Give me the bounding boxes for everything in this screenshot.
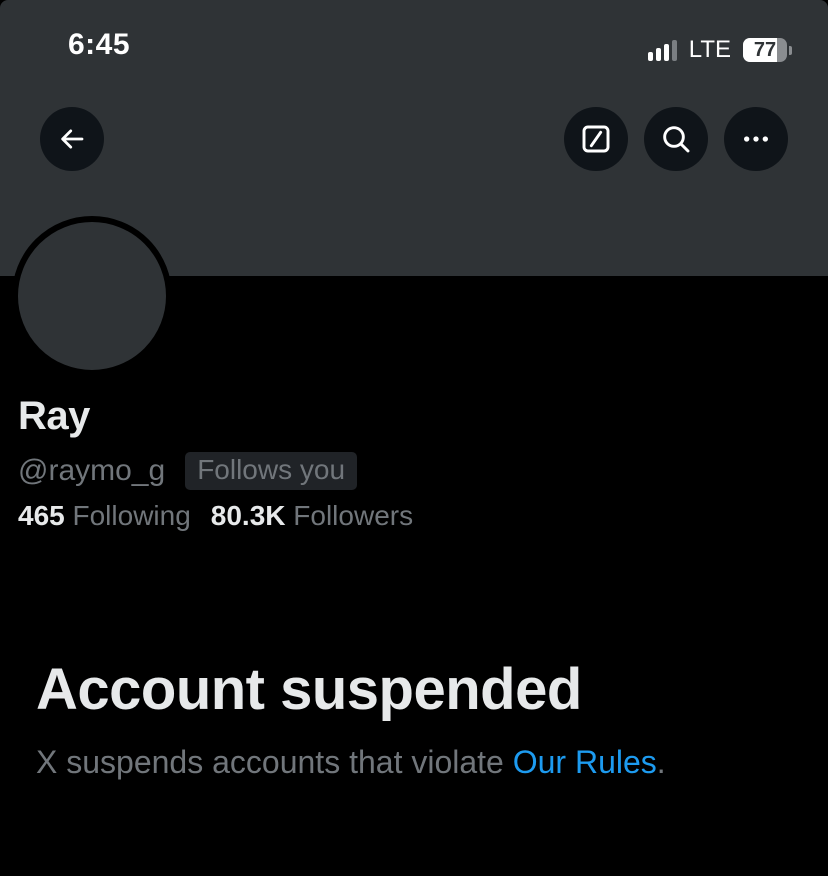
search-button[interactable]: [644, 107, 708, 171]
battery-nub: [789, 45, 792, 55]
follows-you-badge: Follows you: [185, 452, 358, 490]
battery-percent: 77: [753, 39, 777, 61]
followers-count: 80.3K: [210, 500, 286, 531]
avatar[interactable]: [12, 216, 172, 376]
search-icon: [663, 126, 690, 153]
profile-screen: 6:45 LTE 77 Ray @raymo_g Follows you 465…: [0, 0, 828, 876]
user-handle: @raymo_g: [18, 454, 166, 487]
following-link[interactable]: 465 Following: [18, 500, 191, 532]
following-count: 465: [18, 500, 65, 531]
grok-button[interactable]: [564, 107, 628, 171]
status-time: 6:45: [68, 28, 131, 61]
suspended-title: Account suspended: [36, 657, 582, 722]
signal-icon: [647, 39, 677, 61]
back-button[interactable]: [40, 107, 104, 171]
suspended-message: X suspends accounts that violate Our Rul…: [36, 744, 666, 781]
our-rules-link[interactable]: Our Rules: [513, 744, 657, 780]
network-type: LTE: [688, 36, 731, 63]
handle-row: @raymo_g Follows you: [18, 452, 358, 490]
suspended-message-prefix: X suspends accounts that violate: [36, 744, 513, 780]
grok-slash-icon: [582, 125, 610, 153]
status-indicators: LTE 77: [647, 36, 792, 64]
followers-link[interactable]: 80.3K Followers: [211, 500, 413, 532]
more-button[interactable]: [724, 107, 788, 171]
follow-stats: 465 Following 80.3K Followers: [18, 500, 413, 532]
following-label: Following: [72, 500, 191, 531]
arrow-left-icon: [61, 129, 84, 149]
battery-icon: 77: [743, 38, 787, 62]
followers-label: Followers: [293, 500, 414, 531]
suspended-message-suffix: .: [656, 744, 666, 780]
more-horizontal-icon: [744, 136, 768, 142]
display-name: Ray: [18, 394, 90, 438]
